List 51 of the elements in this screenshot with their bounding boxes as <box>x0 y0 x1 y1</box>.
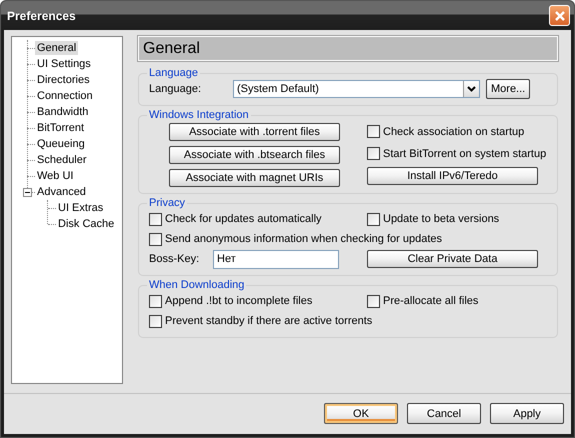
window-title: Preferences <box>7 8 76 22</box>
checkbox[interactable] <box>149 212 162 226</box>
dialog-button[interactable]: Cancel <box>407 403 481 424</box>
checkbox-label[interactable]: Start BitTorrent on system startup <box>383 148 546 160</box>
close-icon <box>554 10 566 22</box>
checkbox[interactable] <box>367 212 380 226</box>
checkbox-label[interactable]: Pre-allocate all files <box>383 295 478 307</box>
page-heading: General <box>138 36 558 61</box>
install-button[interactable]: Install IPv6/Teredo <box>367 167 538 185</box>
tree-item[interactable]: UI Settings <box>35 57 93 71</box>
more-button[interactable]: More... <box>486 79 530 99</box>
dialog-button[interactable]: OK <box>324 403 398 424</box>
checkbox[interactable] <box>149 314 162 328</box>
checkbox-label[interactable]: Append .!bt to incomplete files <box>165 295 312 307</box>
boss-key-field[interactable]: Нет <box>213 250 339 268</box>
checkbox-label[interactable]: Check association on startup <box>383 126 524 138</box>
tree-item[interactable]: Advanced <box>35 185 88 199</box>
associate-button[interactable]: Associate with .btsearch files <box>169 146 340 164</box>
tree-item[interactable]: Disk Cache <box>56 217 116 231</box>
group-title: Windows Integration <box>148 109 250 121</box>
dialog-button[interactable]: Apply <box>490 403 564 424</box>
clear-button[interactable]: Clear Private Data <box>367 250 538 268</box>
checkbox[interactable] <box>367 125 380 138</box>
checkbox[interactable] <box>367 294 380 308</box>
group-title: When Downloading <box>148 279 246 291</box>
checkbox-label[interactable]: Update to beta versions <box>383 213 500 225</box>
tree-item[interactable]: Connection <box>35 89 95 103</box>
associate-button[interactable]: Associate with .torrent files <box>169 123 340 141</box>
tree-item[interactable]: General <box>35 41 78 55</box>
tree-item[interactable]: Queueing <box>35 137 87 151</box>
checkbox-label[interactable]: Send anonymous information when checking for updates <box>165 233 442 245</box>
checkbox-label[interactable]: Prevent standby if there are active torrents <box>165 315 372 327</box>
language-dropdown[interactable]: (System Default) <box>233 80 480 98</box>
tree-item[interactable]: UI Extras <box>56 201 106 215</box>
checkbox[interactable] <box>149 294 162 308</box>
checkbox-label[interactable]: Check for updates automatically <box>165 213 322 225</box>
field-label: Boss-Key: <box>149 253 200 265</box>
checkbox[interactable] <box>367 147 380 160</box>
checkbox[interactable] <box>149 232 162 246</box>
tree-item[interactable]: Web UI <box>35 169 76 183</box>
tree-item[interactable]: BitTorrent <box>35 121 86 135</box>
tree-item[interactable]: Bandwidth <box>35 105 90 119</box>
associate-button[interactable]: Associate with magnet URIs <box>169 169 340 187</box>
tree-item[interactable]: Scheduler <box>35 153 89 167</box>
group-title: Language <box>148 67 199 79</box>
field-label: Language: <box>149 83 202 95</box>
chevron-down-icon <box>467 86 476 92</box>
group-title: Privacy <box>148 197 186 209</box>
tree-item[interactable]: Directories <box>35 73 92 87</box>
close-button[interactable] <box>549 5 570 26</box>
collapse-icon[interactable] <box>23 188 32 196</box>
